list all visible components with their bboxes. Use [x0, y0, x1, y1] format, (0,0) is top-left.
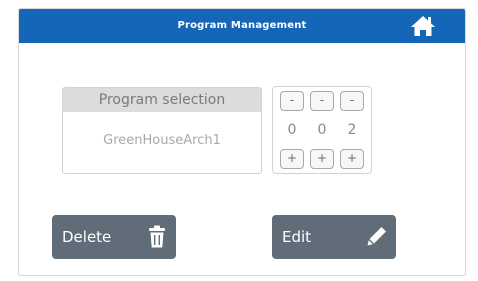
increment-ones-button[interactable]: + [340, 149, 364, 169]
program-selection-heading: Program selection [63, 88, 261, 112]
delete-button-label: Delete [62, 228, 112, 246]
increment-tens-button[interactable]: + [310, 149, 334, 169]
stepper-column-ones: - 2 + [340, 91, 366, 169]
delete-button[interactable]: Delete [52, 215, 176, 259]
stepper-column-hundreds: - 0 + [280, 91, 306, 169]
selected-program-name[interactable]: GreenHouseArch1 [63, 112, 261, 172]
pencil-icon [367, 227, 386, 246]
trash-icon [149, 225, 165, 248]
digit-tens: 0 [317, 122, 327, 138]
header-bar: Program Management [19, 9, 465, 43]
program-selection-box: Program selection GreenHouseArch1 [62, 87, 262, 174]
digit-ones: 2 [347, 122, 357, 138]
page-title: Program Management [177, 20, 307, 31]
increment-hundreds-button[interactable]: + [280, 149, 304, 169]
edit-button-label: Edit [282, 228, 312, 246]
decrement-hundreds-button[interactable]: - [280, 91, 304, 111]
edit-button[interactable]: Edit [272, 215, 396, 259]
stepper-column-tens: - 0 + [310, 91, 336, 169]
decrement-ones-button[interactable]: - [340, 91, 364, 111]
home-button[interactable] [409, 14, 437, 38]
digit-hundreds: 0 [287, 122, 297, 138]
decrement-tens-button[interactable]: - [310, 91, 334, 111]
program-number-stepper: - 0 + - 0 + - 2 + [272, 86, 372, 174]
home-icon [411, 16, 435, 36]
